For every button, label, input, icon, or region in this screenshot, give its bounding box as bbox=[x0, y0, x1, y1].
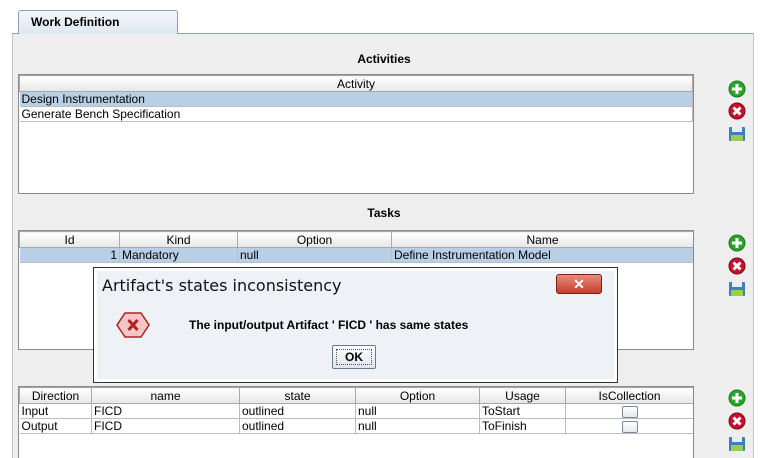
name-column-header[interactable]: name bbox=[91, 387, 240, 404]
ok-button[interactable]: OK bbox=[332, 345, 376, 369]
task-name-cell[interactable]: Define Instrumentation Model bbox=[391, 247, 693, 263]
kind-column-header[interactable]: Kind bbox=[119, 231, 238, 248]
tab-work-definition[interactable]: Work Definition bbox=[18, 10, 178, 34]
table-row[interactable]: Generate Bench Specification bbox=[19, 106, 693, 122]
name-column-header[interactable]: Name bbox=[391, 231, 693, 248]
error-dialog: Artifact's states inconsistency ✕ The in… bbox=[93, 267, 618, 383]
delete-icon[interactable] bbox=[727, 101, 747, 121]
artifacts-table: Direction name state Option Usage IsColl… bbox=[18, 386, 694, 458]
id-column-header[interactable]: Id bbox=[19, 231, 120, 248]
activity-cell[interactable]: Generate Bench Specification bbox=[19, 106, 693, 122]
activity-cell[interactable]: Design Instrumentation bbox=[19, 91, 693, 107]
tab-bar: Work Definition bbox=[0, 0, 770, 34]
usage-cell[interactable]: ToFinish bbox=[479, 418, 566, 434]
save-icon[interactable] bbox=[727, 124, 747, 144]
close-button[interactable]: ✕ bbox=[556, 274, 602, 294]
table-row[interactable]: Design Instrumentation bbox=[19, 91, 693, 107]
save-icon[interactable] bbox=[727, 279, 747, 299]
state-column-header[interactable]: state bbox=[239, 387, 356, 404]
activities-table: Activity Design Instrumentation Generate… bbox=[18, 74, 694, 194]
delete-icon[interactable] bbox=[727, 256, 747, 276]
iscollection-checkbox[interactable] bbox=[621, 420, 638, 433]
iscollection-cell bbox=[565, 418, 693, 434]
artifact-name-cell[interactable]: FICD bbox=[91, 418, 240, 434]
error-icon bbox=[116, 312, 150, 338]
state-cell[interactable]: outlined bbox=[239, 403, 356, 419]
save-icon[interactable] bbox=[727, 434, 747, 454]
state-cell[interactable]: outlined bbox=[239, 418, 356, 434]
add-icon[interactable] bbox=[727, 233, 747, 253]
task-kind-cell[interactable]: Mandatory bbox=[119, 247, 238, 263]
activity-column-header[interactable]: Activity bbox=[19, 75, 693, 92]
table-row[interactable]: 1 Mandatory null Define Instrumentation … bbox=[19, 247, 693, 263]
table-row[interactable]: Input FICD outlined null ToStart bbox=[19, 403, 693, 419]
option-cell[interactable]: null bbox=[355, 403, 480, 419]
direction-cell[interactable]: Input bbox=[19, 403, 92, 419]
table-row[interactable]: Output FICD outlined null ToFinish bbox=[19, 418, 693, 434]
dialog-message: The input/output Artifact ' FICD ' has s… bbox=[189, 318, 469, 332]
add-icon[interactable] bbox=[727, 79, 747, 99]
iscollection-column-header[interactable]: IsCollection bbox=[565, 387, 693, 404]
task-option-cell[interactable]: null bbox=[237, 247, 392, 263]
add-icon[interactable] bbox=[727, 388, 747, 408]
iscollection-checkbox[interactable] bbox=[621, 405, 638, 418]
option-column-header[interactable]: Option bbox=[355, 387, 480, 404]
option-column-header[interactable]: Option bbox=[237, 231, 392, 248]
option-cell[interactable]: null bbox=[355, 418, 480, 434]
usage-column-header[interactable]: Usage bbox=[479, 387, 566, 404]
task-id-cell[interactable]: 1 bbox=[19, 247, 120, 263]
usage-cell[interactable]: ToStart bbox=[479, 403, 566, 419]
artifact-name-cell[interactable]: FICD bbox=[91, 403, 240, 419]
direction-cell[interactable]: Output bbox=[19, 418, 92, 434]
iscollection-cell bbox=[565, 403, 693, 419]
work-definition-panel: Activities Activity Design Instrumentati… bbox=[12, 33, 754, 458]
direction-column-header[interactable]: Direction bbox=[19, 387, 92, 404]
tasks-title: Tasks bbox=[367, 206, 401, 220]
dialog-title: Artifact's states inconsistency bbox=[102, 276, 342, 295]
activities-title: Activities bbox=[357, 52, 411, 66]
delete-icon[interactable] bbox=[727, 411, 747, 431]
